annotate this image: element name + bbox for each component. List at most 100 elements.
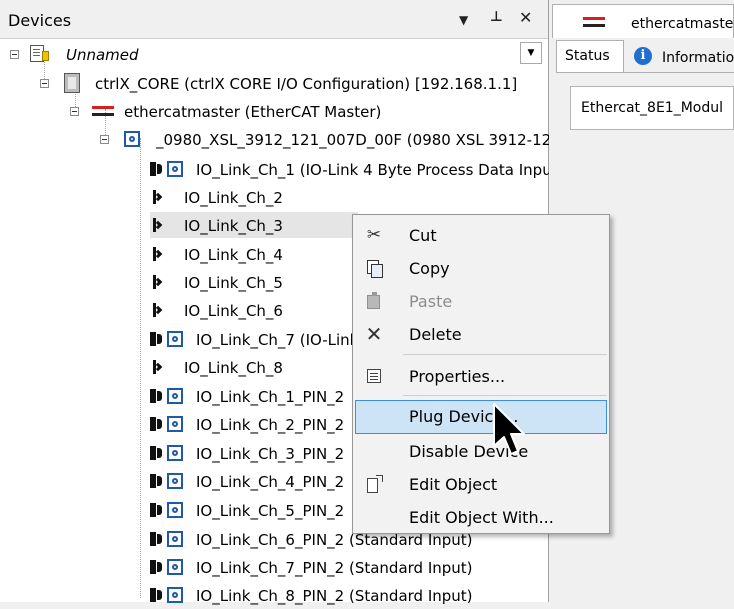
menu-item-label: Properties... (409, 367, 506, 386)
tree-node-channel[interactable]: IO_Link_Ch_8 (150, 354, 283, 380)
plug-icon (150, 559, 164, 575)
tree-node-channel[interactable]: IO_Link_Ch_7_PIN_2 (Standard Input) (150, 554, 473, 580)
plug-icon (150, 331, 164, 347)
empty-slot-icon (152, 302, 162, 318)
menu-item-plug-device[interactable]: Plug Device... (355, 400, 607, 434)
tree-node-label: IO_Link_Ch_2 (184, 188, 283, 207)
tree-node-label: IO_Link_Ch_4_PIN_2 (196, 472, 345, 491)
ethercat-icon (583, 15, 605, 29)
module-icon (167, 161, 183, 177)
module-icon (167, 416, 183, 432)
tree-node-channel[interactable]: IO_Link_Ch_2_PIN_2 (150, 411, 344, 437)
tree-node-channel[interactable]: IO_Link_Ch_4 (150, 241, 283, 267)
tree-node-channel[interactable]: IO_Link_Ch_1_PIN_2 (150, 383, 344, 409)
tree-node-label: IO_Link_Ch_6 (184, 301, 283, 320)
tree-node-label: IO_Link_Ch_8_PIN_2 (Standard Input) (196, 586, 473, 605)
paste-icon (365, 292, 383, 310)
document-tab-label: ethercatmaster (631, 16, 734, 32)
module-name-box: Ethercat_8E1_Modul (570, 86, 734, 130)
tab-information-label: Information (662, 50, 734, 66)
plug-icon (150, 531, 164, 547)
mouse-cursor-icon (493, 403, 525, 455)
pin-icon[interactable]: ⊥ (490, 9, 503, 25)
menu-item-disable-device[interactable]: Disable Device (355, 435, 607, 465)
tree-node-label: IO_Link_Ch_8 (184, 358, 283, 377)
menu-item-properties[interactable]: Properties... (355, 360, 607, 390)
edit-object-icon (365, 475, 383, 493)
tree-node-label: IO_Link_Ch_5_PIN_2 (196, 501, 345, 520)
menu-item-edit-object[interactable]: Edit Object (355, 468, 607, 498)
tree-node-channel[interactable]: IO_Link_Ch_6 (150, 297, 283, 323)
plug-icon (150, 161, 164, 177)
controller-icon (64, 73, 80, 93)
tree-node-channel[interactable]: IO_Link_Ch_4_PIN_2 (150, 468, 344, 494)
module-icon (167, 502, 183, 518)
document-tab-ethercatmaster[interactable]: ethercatmaster (552, 4, 734, 38)
module-icon (167, 531, 183, 547)
tree-node-channel[interactable]: IO_Link_Ch_3 (150, 212, 283, 238)
tree-node-label: IO_Link_Ch_3_PIN_2 (196, 444, 345, 463)
panel-menu-icon[interactable]: ▼ (459, 13, 468, 27)
plug-icon (150, 416, 164, 432)
tree-node-project[interactable]: Unnamed (10, 41, 139, 67)
scissors-icon: ✂ (366, 225, 382, 245)
module-icon (167, 388, 183, 404)
tree-node-channel[interactable]: IO_Link_Ch_5_PIN_2 (150, 497, 344, 523)
tree-node-core[interactable]: ctrlX_CORE (ctrlX CORE I/O Configuration… (40, 70, 517, 96)
tree-node-channel[interactable]: IO_Link_Ch_7 (IO-Link (150, 326, 358, 352)
tree-node-label: IO_Link_Ch_7_PIN_2 (Standard Input) (196, 558, 473, 577)
plug-icon (150, 473, 164, 489)
tree-node-channel[interactable]: IO_Link_Ch_3_PIN_2 (150, 440, 344, 466)
copy-icon (365, 259, 383, 278)
menu-item-delete[interactable]: ✕ Delete (355, 318, 607, 348)
empty-slot-icon (152, 359, 162, 375)
module-icon (167, 445, 183, 461)
tab-status[interactable]: Status (556, 40, 624, 72)
tree-dropdown-button[interactable]: ▼ (520, 42, 542, 64)
empty-slot-icon (152, 246, 162, 262)
tab-status-label: Status (565, 48, 610, 64)
tree-node-label: IO_Link_Ch_4 (184, 245, 283, 264)
menu-item-label: Paste (409, 292, 453, 311)
menu-item-cut[interactable]: ✂ Cut (355, 219, 607, 249)
menu-item-edit-object-with[interactable]: Edit Object With... (355, 501, 607, 531)
menu-item-label: Cut (409, 226, 437, 245)
collapse-toggle[interactable] (40, 79, 49, 88)
tree-node-label: _0980_XSL_3912_121_007D_00F (0980 XSL 39… (156, 130, 561, 149)
close-icon[interactable]: ✕ (519, 8, 532, 27)
tree-node-channel[interactable]: IO_Link_Ch_1 (IO-Link 4 Byte Process Dat… (150, 156, 552, 182)
tree-node-label: IO_Link_Ch_7 (IO-Link (196, 330, 359, 349)
tree-node-label: IO_Link_Ch_1_PIN_2 (196, 387, 345, 406)
module-icon (167, 559, 183, 575)
devices-panel-title: Devices (8, 11, 72, 30)
properties-icon (365, 367, 383, 385)
collapse-toggle[interactable] (70, 107, 79, 116)
tree-node-label: IO_Link_Ch_5 (184, 273, 283, 292)
menu-item-copy[interactable]: Copy (355, 252, 607, 282)
tree-node-channel[interactable]: IO_Link_Ch_2 (150, 184, 283, 210)
ethercat-icon (92, 104, 114, 118)
project-icon (30, 45, 49, 62)
tree-node-channel[interactable]: IO_Link_Ch_5 (150, 269, 283, 295)
module-icon (167, 331, 183, 347)
tree-node-label: Unnamed (66, 45, 139, 64)
tree-node-channel[interactable]: IO_Link_Ch_8_PIN_2 (Standard Input) (150, 582, 473, 608)
module-name: Ethercat_8E1_Modul (581, 100, 723, 116)
devices-panel-header: Devices ▼ ⊥ ✕ (0, 0, 548, 39)
tree-node-label: ethercatmaster (EtherCAT Master) (124, 102, 382, 121)
module-icon (124, 131, 140, 147)
module-icon (167, 473, 183, 489)
plug-icon (150, 445, 164, 461)
empty-slot-icon (152, 217, 162, 233)
module-icon (167, 587, 183, 603)
menu-item-label: Delete (409, 325, 462, 344)
menu-item-paste[interactable]: Paste (355, 285, 607, 315)
plug-icon (150, 587, 164, 603)
collapse-toggle[interactable] (10, 50, 19, 59)
menu-separator (403, 395, 607, 396)
tree-node-module[interactable]: _0980_XSL_3912_121_007D_00F (0980 XSL 39… (100, 126, 561, 152)
collapse-toggle[interactable] (100, 135, 109, 144)
tree-node-ethercat[interactable]: ethercatmaster (EtherCAT Master) (70, 98, 381, 124)
tab-information[interactable]: i Information (626, 42, 734, 72)
plug-icon (150, 388, 164, 404)
